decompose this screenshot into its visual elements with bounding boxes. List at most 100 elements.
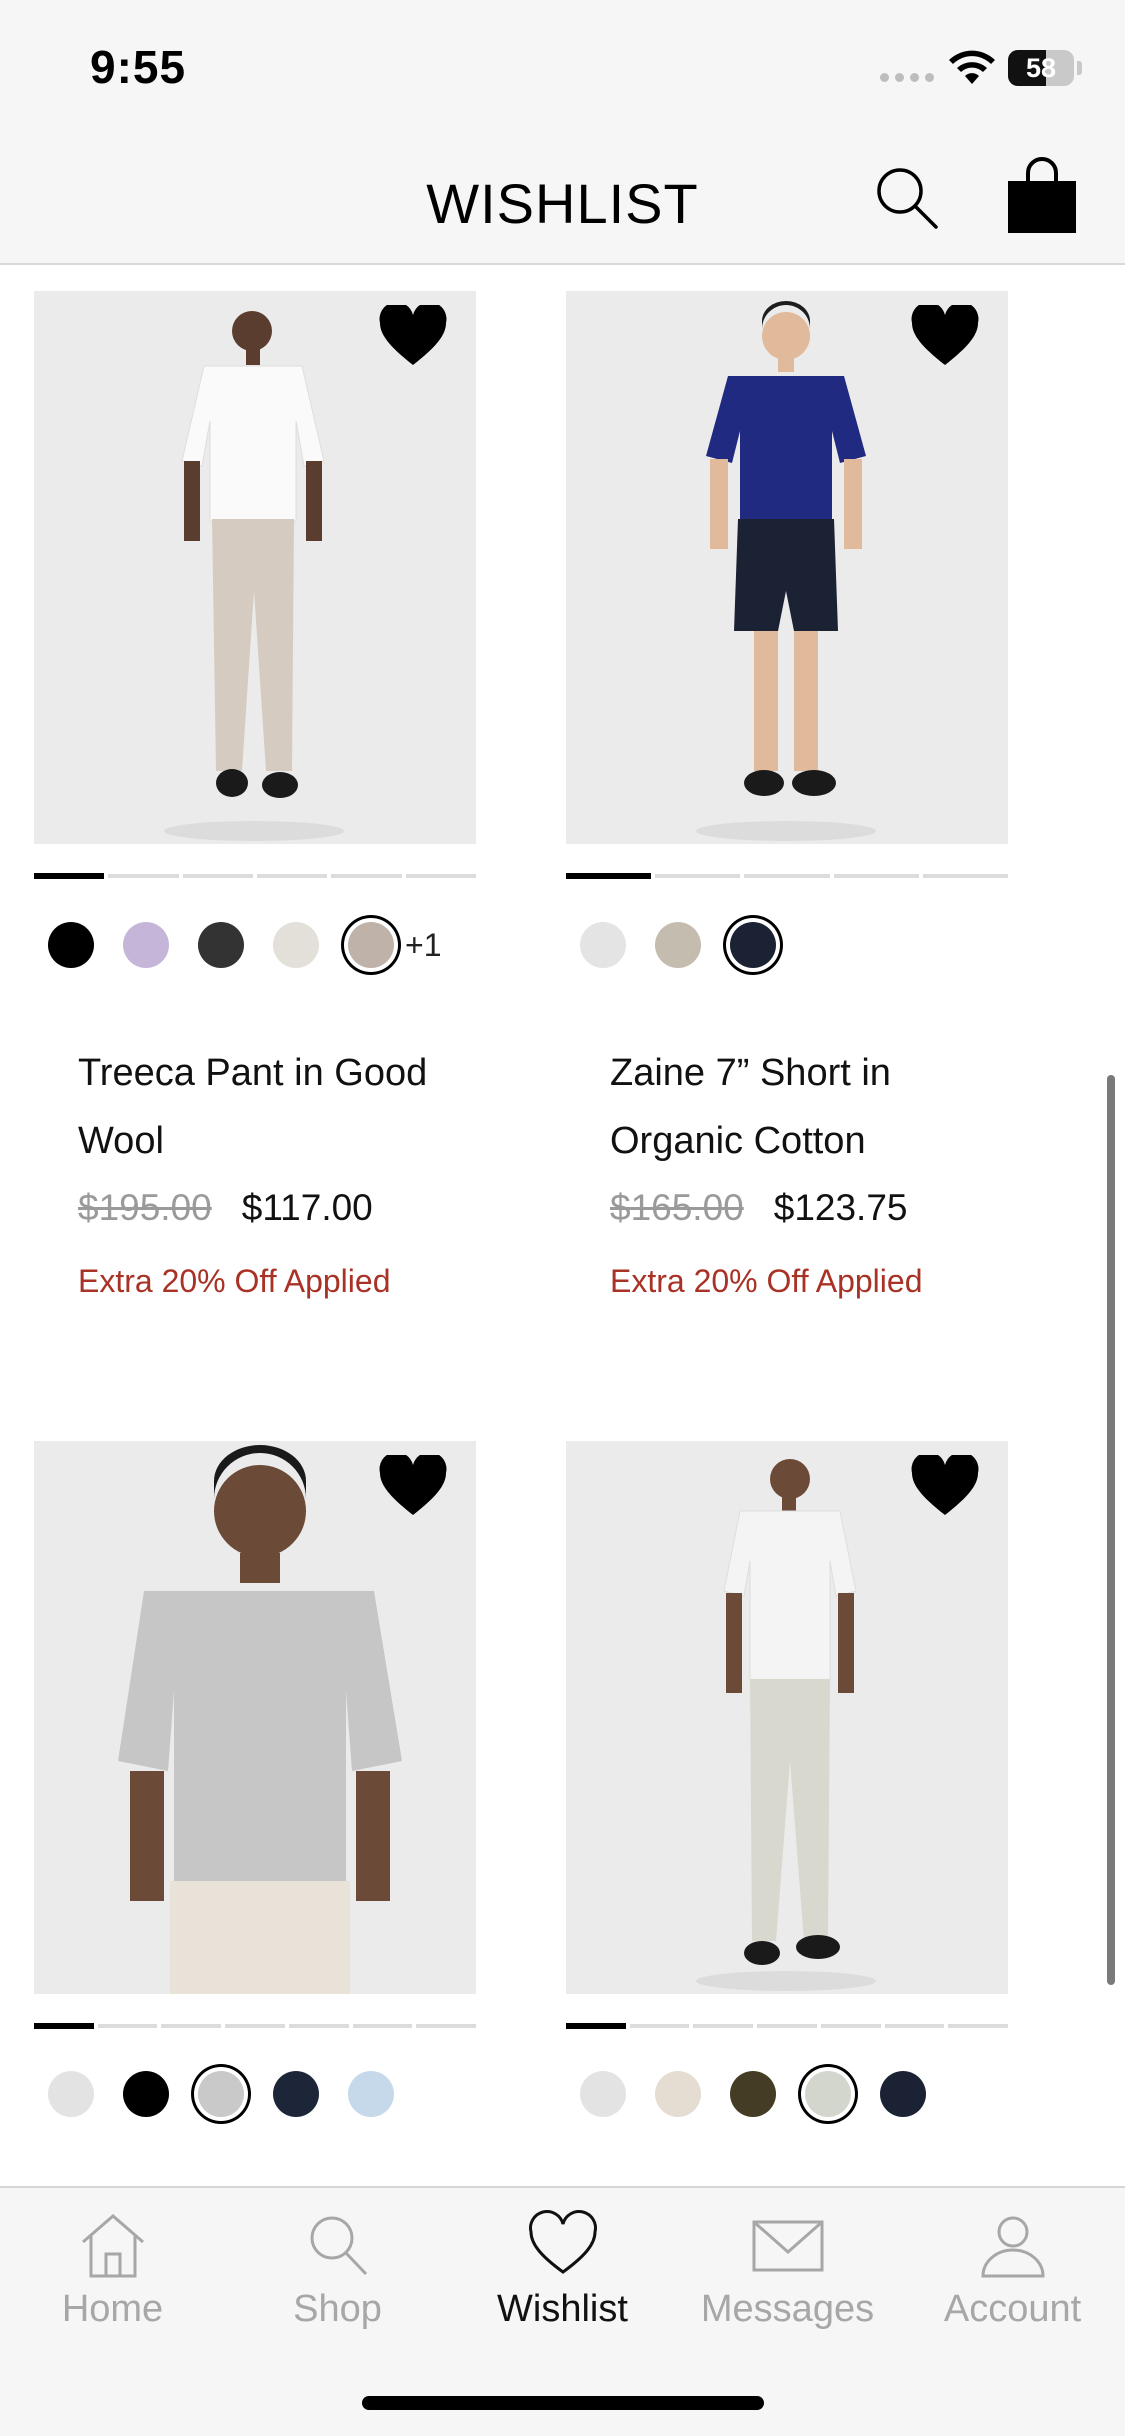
color-swatch[interactable] [348, 2071, 394, 2117]
tab-shop[interactable]: Shop [225, 2208, 450, 2331]
sale-price: $123.75 [773, 1187, 908, 1228]
product-card[interactable]: Zaine 7” Short in Organic Cotton $165.00… [566, 291, 1009, 1299]
product-image[interactable] [566, 291, 1008, 844]
color-swatch[interactable] [198, 922, 244, 968]
tab-label: Shop [293, 2288, 382, 2330]
product-name[interactable]: Zaine 7” Short in Organic Cotton [610, 1039, 990, 1175]
color-swatch[interactable] [880, 2071, 926, 2117]
price-row: $165.00 $123.75 [610, 1187, 908, 1229]
wifi-icon [949, 50, 995, 84]
battery-cap [1077, 61, 1082, 75]
pager-segment[interactable] [922, 874, 1009, 878]
model-photo [566, 291, 1008, 844]
person-icon [980, 2216, 1045, 2278]
heart-filled-icon[interactable] [910, 305, 980, 367]
pager-segment[interactable] [833, 874, 919, 878]
search-icon[interactable] [872, 163, 942, 233]
envelope-icon [752, 2220, 823, 2272]
product-card[interactable]: +1 Treeca Pant in Good Wool $195.00 $117… [34, 291, 476, 1299]
product-image[interactable] [34, 291, 476, 844]
battery-percentage: 58 [1025, 53, 1057, 83]
color-swatch[interactable] [348, 922, 394, 968]
promo-text: Extra 20% Off Applied [78, 1263, 391, 1299]
pager-segment[interactable] [256, 874, 328, 878]
pager-segment[interactable] [566, 873, 652, 879]
color-swatch[interactable] [273, 922, 319, 968]
pager-segment[interactable] [416, 2024, 477, 2028]
color-swatches [580, 922, 805, 968]
color-swatch[interactable] [273, 2071, 319, 2117]
color-swatch[interactable] [123, 2071, 169, 2117]
search-icon [310, 2216, 367, 2276]
pager-segment[interactable] [225, 2024, 285, 2028]
product-name[interactable]: Treeca Pant in Good Wool [78, 1039, 458, 1175]
home-indicator[interactable] [362, 2396, 764, 2410]
pager-segment[interactable] [352, 2024, 413, 2028]
pager-segment[interactable] [757, 2024, 817, 2028]
scrollbar[interactable] [1107, 1075, 1115, 1985]
pager-segment[interactable] [629, 2024, 690, 2028]
pager-segment[interactable] [97, 2024, 158, 2028]
tab-label: Account [943, 2288, 1082, 2330]
pager-segment[interactable] [655, 874, 741, 878]
product-image[interactable] [34, 1441, 476, 1994]
status-bar: 9:55 58 [0, 0, 1125, 135]
tab-account[interactable]: Account [900, 2208, 1125, 2331]
tab-home[interactable]: Home [0, 2208, 225, 2331]
status-time: 9:55 [90, 41, 187, 93]
model-photo [34, 1441, 476, 1994]
pager-segment[interactable] [693, 2024, 754, 2028]
pager-segment[interactable] [331, 874, 402, 878]
image-pager [34, 2023, 477, 2029]
color-swatch[interactable] [198, 2071, 244, 2117]
color-swatches [580, 2071, 955, 2117]
pager-segment[interactable] [161, 2024, 222, 2028]
color-swatch[interactable] [730, 2071, 776, 2117]
color-swatch[interactable] [580, 922, 626, 968]
image-pager [566, 873, 1009, 879]
nav-header: WISHLIST [0, 135, 1125, 265]
model-photo [34, 291, 476, 844]
tab-label: Home [61, 2288, 164, 2330]
price-row: $195.00 $117.00 [78, 1187, 373, 1229]
shopping-bag-icon[interactable] [1005, 157, 1079, 235]
pager-segment[interactable] [34, 2023, 94, 2029]
model-photo [566, 1441, 1008, 1994]
home-icon [81, 2214, 144, 2278]
color-swatches: +1 [48, 922, 441, 968]
pager-segment[interactable] [744, 874, 830, 878]
color-swatches [48, 2071, 423, 2117]
color-swatch[interactable] [730, 922, 776, 968]
color-swatch[interactable] [48, 2071, 94, 2117]
color-swatch[interactable] [48, 922, 94, 968]
heart-filled-icon[interactable] [910, 1455, 980, 1517]
pager-segment[interactable] [948, 2024, 1009, 2028]
image-pager [566, 2023, 1009, 2029]
product-card[interactable] [566, 1441, 1009, 2141]
pager-segment[interactable] [566, 2023, 626, 2029]
tab-wishlist[interactable]: Wishlist [450, 2208, 675, 2331]
heart-filled-icon[interactable] [378, 305, 448, 367]
pager-segment[interactable] [288, 2024, 349, 2028]
product-card[interactable] [34, 1441, 477, 2141]
color-swatch[interactable] [123, 922, 169, 968]
tab-messages[interactable]: Messages [675, 2208, 900, 2331]
color-swatch[interactable] [655, 922, 701, 968]
pager-segment[interactable] [34, 873, 105, 879]
pager-segment[interactable] [108, 874, 179, 878]
pager-segment[interactable] [884, 2024, 945, 2028]
pager-segment[interactable] [820, 2024, 881, 2028]
color-swatch[interactable] [655, 2071, 701, 2117]
more-colors-count[interactable]: +1 [405, 927, 441, 964]
color-swatch[interactable] [580, 2071, 626, 2117]
tab-label: Wishlist [497, 2288, 628, 2330]
heart-filled-icon[interactable] [378, 1455, 448, 1517]
cellular-signal-icon [880, 73, 934, 82]
heart-icon [528, 2210, 597, 2274]
pager-segment[interactable] [405, 874, 476, 878]
product-image[interactable] [566, 1441, 1008, 1994]
promo-text: Extra 20% Off Applied [610, 1263, 923, 1299]
page-title: WISHLIST [426, 172, 699, 235]
pager-segment[interactable] [182, 874, 253, 878]
color-swatch[interactable] [805, 2071, 851, 2117]
